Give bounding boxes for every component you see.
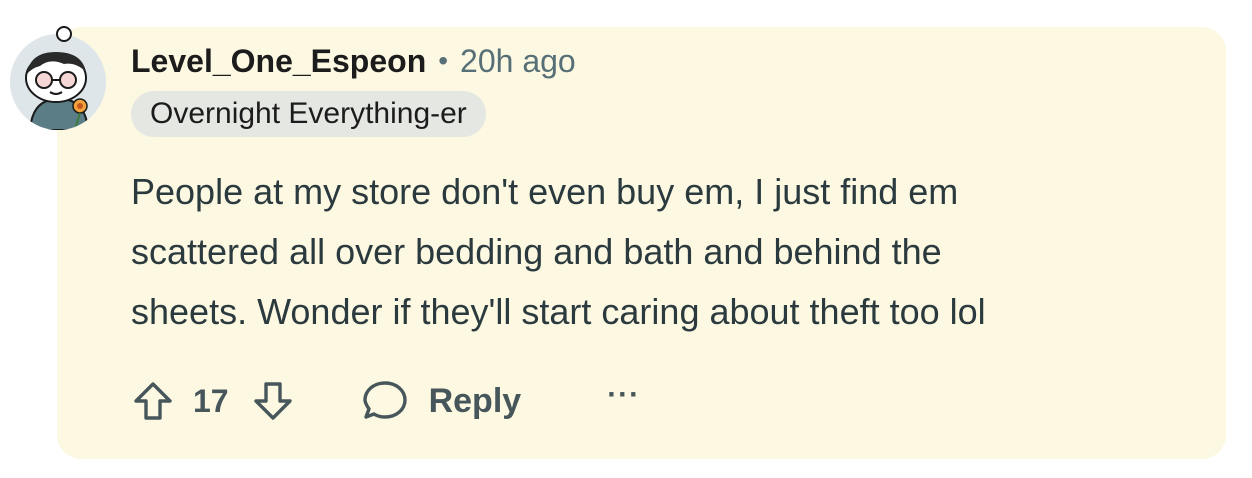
- username-link[interactable]: Level_One_Espeon: [131, 43, 426, 80]
- avatar-antenna: [56, 26, 72, 42]
- meta-separator: •: [438, 45, 449, 76]
- comment-actions: 17 Reply ···: [131, 373, 640, 429]
- user-flair: Overnight Everything-er: [131, 91, 486, 137]
- more-options-button[interactable]: ···: [607, 378, 640, 412]
- reply-button[interactable]: Reply: [361, 379, 522, 423]
- avatar[interactable]: [10, 34, 106, 130]
- vote-score: 17: [193, 382, 229, 419]
- comment-body: People at my store don't even buy em, I …: [131, 162, 1206, 342]
- arrow-up-outline-icon: [134, 382, 172, 420]
- upvote-button[interactable]: [131, 379, 175, 423]
- downvote-button[interactable]: [251, 379, 295, 423]
- comment-body-line: scattered all over bedding and bath and …: [131, 231, 942, 272]
- comment-body-line: People at my store don't even buy em, I …: [131, 171, 959, 212]
- snoo-avatar-icon: [10, 34, 106, 130]
- comment-header: Level_One_Espeon • 20h ago: [131, 40, 576, 82]
- comment-body-line: sheets. Wonder if they'll start caring a…: [131, 291, 986, 332]
- timestamp[interactable]: 20h ago: [460, 43, 576, 80]
- speech-bubble-icon: [362, 381, 407, 419]
- reply-label: Reply: [428, 381, 522, 420]
- arrow-down-outline-icon: [253, 382, 292, 420]
